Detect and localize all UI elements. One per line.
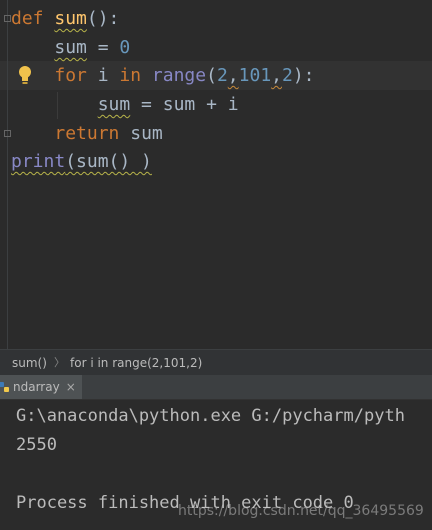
code-expr: sum [119,123,163,144]
builtin-range: range [151,65,207,86]
code-punct: ): [292,65,315,86]
code-op: = [86,37,120,58]
fold-marker-icon[interactable] [4,15,11,22]
chevron-right-icon: 〉 [54,356,65,369]
code-line-3[interactable]: for i in range(2,101,2): [11,61,315,90]
close-icon[interactable]: × [66,380,76,394]
code-punct: , [227,65,239,86]
fold-marker-icon[interactable] [4,130,11,137]
code-expr: = sum + i [130,94,239,115]
code-var: i [86,65,120,86]
code-line-4[interactable]: sum = sum + i [11,90,239,119]
number-literal: 2 [282,65,293,86]
keyword-return: return [54,123,120,144]
watermark: https://blog.csdn.net/qq_36495569 [178,503,424,519]
breadcrumb-item-sum[interactable]: sum() [12,350,47,376]
builtin-print: print [11,151,66,172]
code-line-1[interactable]: def sum(): [11,4,119,33]
breadcrumb: sum() 〉 for i in range(2,101,2) [0,349,432,376]
run-tab-label: ndarray [13,380,60,394]
number-literal: 101 [238,65,272,86]
code-line-2[interactable]: sum = 0 [11,33,130,62]
keyword-for: for [54,65,87,86]
breadcrumb-item-for[interactable]: for i in range(2,101,2) [70,350,202,376]
console-output: 2550 [16,435,57,455]
code-punct: , [271,65,282,86]
code-line-6[interactable]: print(sum() ) [11,147,152,176]
gutter-divider [7,0,8,349]
function-name: sum [54,8,87,29]
code-punct: ( [206,65,217,86]
variable-sum: sum [97,94,131,115]
code-expr: (sum() ) [65,151,152,172]
code-punct: (): [86,8,120,29]
python-icon [0,382,9,392]
keyword-def: def [11,8,44,29]
console-command-line: G:\anaconda\python.exe G:/pycharm/pyth [16,406,405,426]
run-tab[interactable]: ndarray × [0,375,82,399]
number-literal: 0 [119,37,131,58]
run-tab-bar: ndarray × [0,375,432,400]
number-literal: 2 [216,65,228,86]
code-editor[interactable]: def sum(): sum = 0 for i in range(2,101,… [0,0,432,349]
variable-sum: sum [54,37,87,58]
code-line-5[interactable]: return sum [11,119,163,148]
keyword-in: in [119,65,142,86]
